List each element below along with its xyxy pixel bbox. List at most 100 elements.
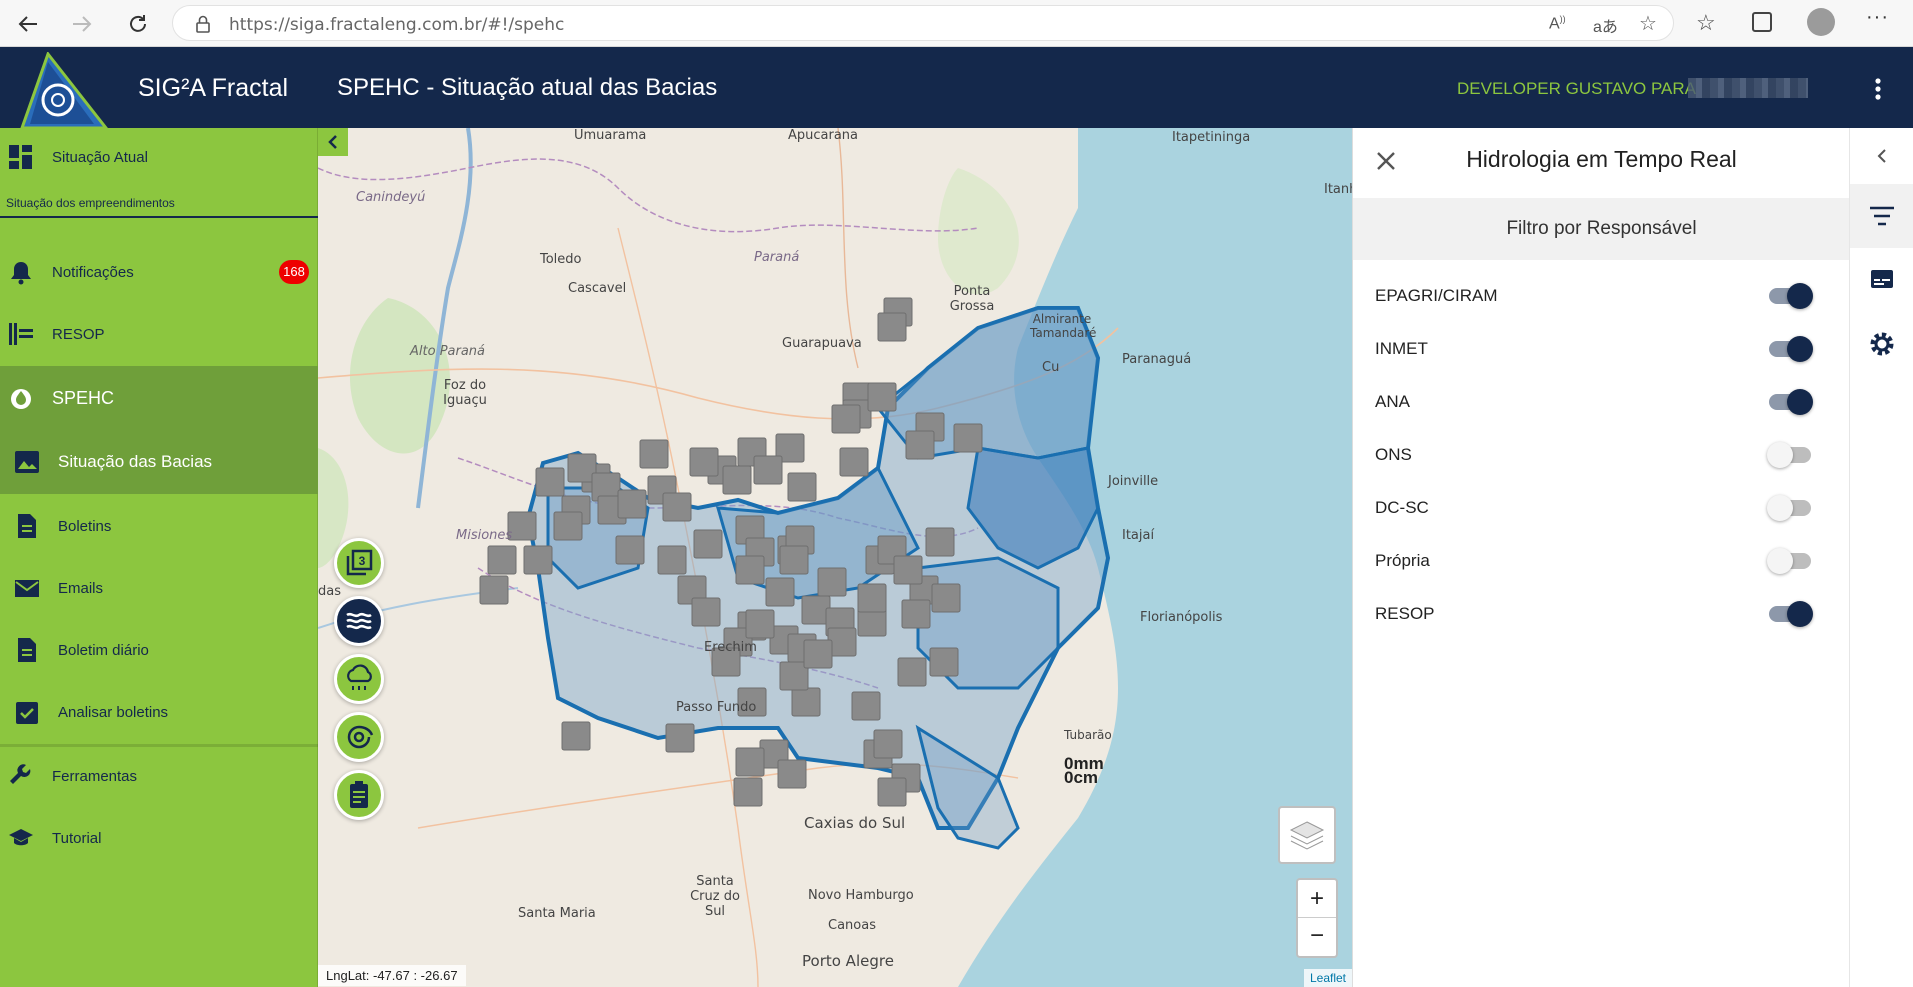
weather-button[interactable] — [334, 654, 384, 704]
station-marker[interactable] — [839, 447, 869, 477]
sidebar-item-spehc[interactable]: SPEHC — [0, 366, 318, 430]
filter-toggle[interactable] — [1769, 283, 1813, 309]
user-label[interactable]: DEVELOPER GUSTAVO PARA — [1457, 79, 1696, 99]
station-marker[interactable] — [615, 535, 645, 565]
station-marker[interactable] — [657, 545, 687, 575]
filter-toggle[interactable] — [1767, 495, 1811, 521]
forward-icon[interactable] — [66, 8, 98, 40]
profile-avatar[interactable] — [1807, 8, 1835, 36]
place-label: Guarapuava — [782, 336, 862, 351]
station-marker[interactable] — [507, 511, 537, 541]
station-marker[interactable] — [665, 723, 695, 753]
sidebar-item-notificacoes[interactable]: Notificações 168 — [0, 242, 318, 302]
station-marker[interactable] — [779, 545, 809, 575]
filter-toggle[interactable] — [1767, 442, 1811, 468]
station-marker[interactable] — [553, 511, 583, 541]
station-marker[interactable] — [877, 312, 907, 342]
cyclone-button[interactable] — [334, 712, 384, 762]
hydrology-button[interactable] — [334, 596, 384, 646]
sidebar-item-analisar-boletins[interactable]: Analisar boletins — [0, 682, 318, 742]
url-text: https://siga.fractaleng.com.br/#!/spehc — [229, 15, 565, 35]
layer-count-button[interactable]: 3 — [334, 538, 384, 588]
station-marker[interactable] — [735, 747, 765, 777]
sidebar-item-situacao-bacias[interactable]: Situação das Bacias — [0, 430, 318, 494]
station-marker[interactable] — [953, 423, 983, 453]
station-marker[interactable] — [897, 657, 927, 687]
translate-icon[interactable]: aあ — [1593, 13, 1618, 37]
station-marker[interactable] — [893, 555, 923, 585]
station-marker[interactable] — [817, 567, 847, 597]
station-marker[interactable] — [901, 599, 931, 629]
station-marker[interactable] — [535, 467, 565, 497]
zoom-out-button[interactable]: − — [1298, 918, 1336, 956]
sidebar-item-boletins[interactable]: Boletins — [0, 496, 318, 556]
station-marker[interactable] — [561, 721, 591, 751]
rail-settings-button[interactable] — [1850, 312, 1913, 376]
station-marker[interactable] — [931, 583, 961, 613]
layers-control[interactable] — [1278, 806, 1336, 864]
place-label: Toledo — [540, 252, 582, 267]
station-marker[interactable] — [867, 382, 897, 412]
station-marker[interactable] — [831, 404, 861, 434]
station-marker[interactable] — [857, 583, 887, 613]
station-marker[interactable] — [851, 691, 881, 721]
station-marker[interactable] — [791, 687, 821, 717]
rail-filter-button[interactable] — [1850, 184, 1913, 248]
filter-row: ONS — [1375, 435, 1815, 475]
filter-toggle[interactable] — [1769, 601, 1813, 627]
sidebar-item-boletim-diario[interactable]: Boletim diário — [0, 620, 318, 680]
place-label: Paranaguá — [1122, 352, 1192, 367]
station-marker[interactable] — [905, 430, 935, 460]
favorites-icon[interactable]: ☆ — [1696, 10, 1716, 36]
collections-icon[interactable] — [1752, 12, 1772, 32]
address-bar[interactable]: https://siga.fractaleng.com.br/#!/spehc … — [172, 5, 1674, 41]
sidebar-item-resop[interactable]: RESOP — [0, 304, 318, 364]
sidebar-item-ferramentas[interactable]: Ferramentas — [0, 746, 318, 806]
station-marker[interactable] — [639, 439, 669, 469]
station-marker[interactable] — [722, 465, 752, 495]
filter-toggle[interactable] — [1769, 389, 1813, 415]
favorite-add-icon[interactable]: ☆ — [1639, 11, 1657, 36]
map-view[interactable]: Umuarama Apucarana Itapetininga Canindey… — [318, 128, 1352, 987]
station-marker[interactable] — [925, 527, 955, 557]
station-marker[interactable] — [735, 555, 765, 585]
filter-heading-bar: Filtro por Responsável — [1353, 198, 1850, 260]
back-icon[interactable] — [12, 8, 44, 40]
filter-toggle[interactable] — [1769, 336, 1813, 362]
station-marker[interactable] — [691, 597, 721, 627]
place-label: Canoas — [828, 918, 876, 933]
menu-more-icon[interactable] — [1868, 75, 1888, 103]
station-marker[interactable] — [777, 759, 807, 789]
station-marker[interactable] — [662, 492, 692, 522]
station-marker[interactable] — [479, 575, 509, 605]
rail-legend-button[interactable] — [1850, 248, 1913, 312]
station-marker[interactable] — [693, 529, 723, 559]
sidebar-item-situacao-atual[interactable]: Situação Atual — [0, 131, 318, 183]
collapse-sidebar-button[interactable] — [318, 128, 348, 156]
station-marker[interactable] — [617, 489, 647, 519]
station-marker[interactable] — [733, 777, 763, 807]
station-marker[interactable] — [487, 545, 517, 575]
more-icon[interactable]: ··· — [1866, 6, 1889, 29]
app-logo[interactable] — [18, 50, 110, 130]
expand-panel-button[interactable] — [1850, 128, 1913, 184]
station-marker[interactable] — [765, 577, 795, 607]
station-marker[interactable] — [877, 777, 907, 807]
sidebar-item-tutorial[interactable]: Tutorial — [0, 808, 318, 868]
station-marker[interactable] — [787, 472, 817, 502]
station-marker[interactable] — [803, 639, 833, 669]
reload-icon[interactable] — [122, 8, 154, 40]
read-aloud-icon[interactable]: A)) — [1549, 14, 1566, 33]
report-button[interactable] — [334, 770, 384, 820]
station-marker[interactable] — [873, 729, 903, 759]
station-marker[interactable] — [523, 545, 553, 575]
sidebar-item-emails[interactable]: Emails — [0, 558, 318, 618]
station-marker[interactable] — [745, 609, 775, 639]
station-marker[interactable] — [929, 647, 959, 677]
station-marker[interactable] — [689, 447, 719, 477]
chevron-left-icon — [328, 135, 337, 149]
zoom-in-button[interactable]: + — [1298, 880, 1336, 918]
station-marker[interactable] — [753, 455, 783, 485]
attribution-link[interactable]: Leaflet — [1303, 969, 1352, 987]
filter-toggle[interactable] — [1767, 548, 1811, 574]
